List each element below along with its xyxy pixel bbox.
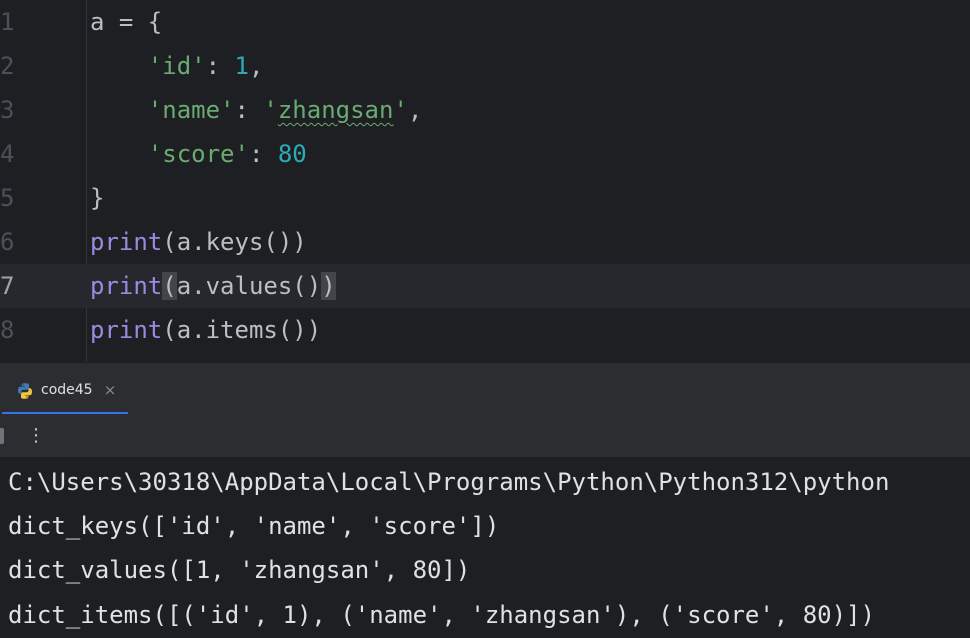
code-text[interactable]: 'id': 1, [90, 44, 264, 88]
collapsed-icon[interactable] [0, 428, 4, 444]
code-line-7-current[interactable]: 7 print(a.values()) [0, 264, 970, 308]
code-line-1[interactable]: 1 a = { [0, 0, 970, 44]
close-icon[interactable]: × [103, 379, 117, 401]
matching-paren: ( [162, 272, 177, 300]
console-line: C:\Users\30318\AppData\Local\Programs\Py… [8, 468, 890, 496]
code-line-8[interactable]: 8 print(a.items()) [0, 308, 970, 352]
code-text[interactable]: } [90, 176, 104, 220]
line-number: 3 [0, 96, 15, 124]
run-toolbar: ⋮ [0, 414, 970, 458]
code-line-3[interactable]: 3 'name': 'zhangsan', [0, 88, 970, 132]
code-line-2[interactable]: 2 'id': 1, [0, 44, 970, 88]
code-line-4[interactable]: 4 'score': 80 [0, 132, 970, 176]
line-number: 2 [0, 52, 15, 80]
console-line: dict_keys(['id', 'name', 'score']) [8, 512, 500, 540]
line-number: 5 [0, 184, 15, 212]
code-text[interactable]: 'name': 'zhangsan', [90, 88, 423, 132]
tab-label: code45 [41, 382, 93, 398]
code-editor[interactable]: 1 a = { 2 'id': 1, 3 'name': 'zhangsan',… [0, 0, 970, 362]
line-number: 6 [0, 228, 15, 256]
line-number: 7 [0, 272, 15, 300]
run-tool-window-header: code45 × [0, 362, 970, 415]
console-line: dict_values([1, 'zhangsan', 80]) [8, 556, 471, 584]
code-text[interactable]: 'score': 80 [90, 132, 307, 176]
typo-warning: zhangsan [277, 96, 394, 124]
matching-paren: ) [321, 272, 336, 300]
line-number: 1 [0, 8, 15, 36]
run-console-output[interactable]: C:\Users\30318\AppData\Local\Programs\Py… [0, 458, 970, 638]
code-line-5[interactable]: 5 } [0, 176, 970, 220]
line-number: 8 [0, 316, 15, 344]
python-icon [18, 383, 32, 399]
console-line: dict_items([('id', 1), ('name', 'zhangsa… [8, 601, 875, 629]
code-line-6[interactable]: 6 print(a.keys()) [0, 220, 970, 264]
line-number: 4 [0, 140, 15, 168]
tab-code45[interactable]: code45 × [0, 363, 128, 415]
code-text[interactable]: print(a.keys()) [90, 220, 307, 264]
code-text[interactable]: a = { [90, 0, 162, 44]
code-text[interactable]: print(a.values()) [90, 264, 336, 308]
more-options-icon[interactable]: ⋮ [26, 422, 46, 450]
code-text[interactable]: print(a.items()) [90, 308, 321, 352]
